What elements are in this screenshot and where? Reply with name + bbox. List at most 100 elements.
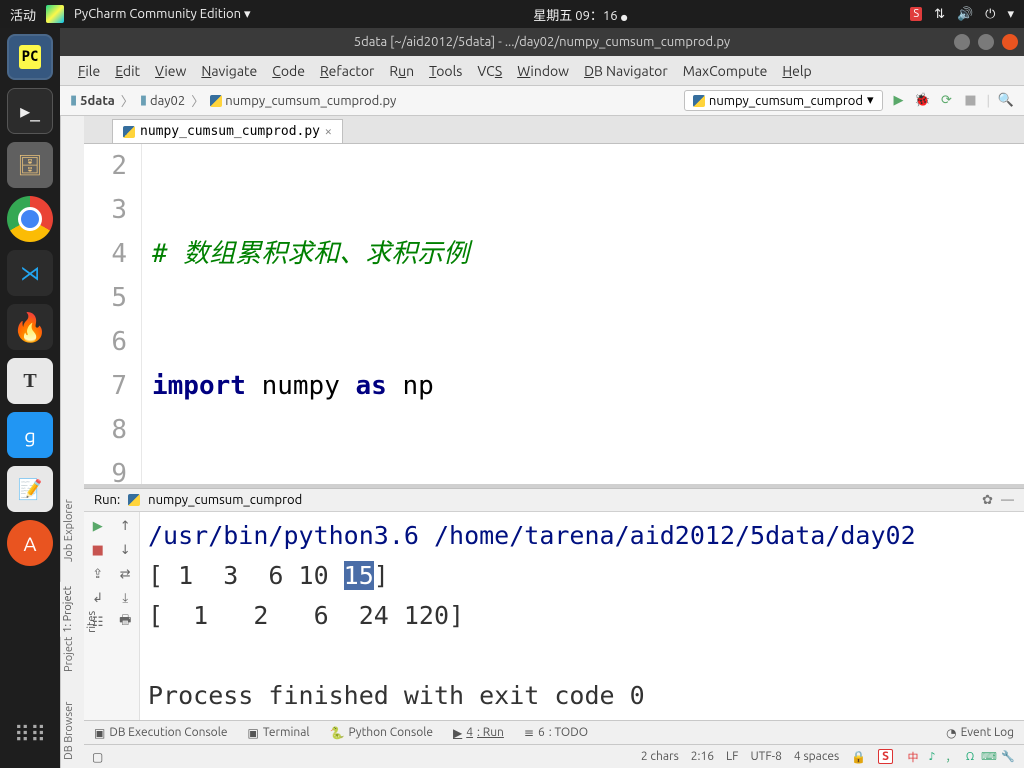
- run-output[interactable]: /usr/bin/python3.6 /home/tarena/aid2012/…: [140, 512, 1024, 720]
- volume-icon[interactable]: 🔊: [957, 7, 973, 22]
- event-log-tab[interactable]: ◔ Event Log: [946, 726, 1014, 740]
- app-menu[interactable]: PyCharm Community Edition ▾: [74, 7, 251, 22]
- editor-tabs: numpy_cumsum_cumprod.py ✕: [84, 116, 1024, 144]
- pycharm-mini-icon: [46, 5, 64, 23]
- job-explorer-tab[interactable]: Job Explorer: [63, 499, 82, 562]
- dock-pycharm[interactable]: PC: [7, 34, 53, 80]
- editor-tab[interactable]: numpy_cumsum_cumprod.py ✕: [112, 119, 343, 143]
- run-button[interactable]: ▶: [891, 93, 907, 109]
- menu-help[interactable]: Help: [776, 60, 817, 82]
- maximize-button[interactable]: [978, 34, 994, 50]
- output-line: [ 1 3 6 10 15]: [148, 561, 389, 590]
- run-tab[interactable]: ▶ 4: Run: [453, 726, 504, 740]
- dock-terminal[interactable]: ▸_: [7, 88, 53, 134]
- bottom-toolwindow-bar: ▣ DB Execution Console ▣ Terminal 🐍 Pyth…: [84, 720, 1024, 744]
- status-chars: 2 chars: [641, 750, 679, 763]
- run-label: Run:: [94, 493, 120, 507]
- dropdown-icon[interactable]: ▾: [1007, 7, 1014, 22]
- dock-vscode[interactable]: ⋊: [7, 250, 53, 296]
- toolwindows-icon[interactable]: ▢: [92, 750, 103, 764]
- menu-view[interactable]: View: [149, 60, 192, 82]
- network-icon[interactable]: ⇅: [934, 7, 945, 22]
- nav-toolbar: ▮5data 〉 ▮day02 〉 numpy_cumsum_cumprod.p…: [60, 86, 1024, 116]
- todo-tab[interactable]: ≡ 6: TODO: [524, 726, 588, 740]
- clock[interactable]: 星期五 09：16: [533, 9, 617, 23]
- project-tab[interactable]: 1: Project: [62, 586, 74, 633]
- menu-tools[interactable]: Tools: [423, 60, 468, 82]
- dock-files[interactable]: 🗄: [7, 142, 53, 188]
- layout-icon[interactable]: ↲: [89, 590, 107, 606]
- menu-window[interactable]: Window: [511, 60, 575, 82]
- menu-refactor[interactable]: Refactor: [314, 60, 380, 82]
- favorites-tab[interactable]: rites: [86, 611, 98, 633]
- up-icon[interactable]: ↑: [116, 518, 134, 534]
- rerun-icon[interactable]: ▶: [89, 518, 107, 534]
- run-config-selector[interactable]: numpy_cumsum_cumprod ▾: [684, 90, 883, 111]
- menu-maxcompute[interactable]: MaxCompute: [677, 60, 774, 82]
- wrap-icon[interactable]: ⇄: [116, 566, 134, 582]
- code-editor[interactable]: 2 3 4 5 6 7 8 9 # 数组累积求和、求积示例 import num…: [84, 144, 1024, 484]
- status-encoding[interactable]: UTF-8: [750, 750, 781, 763]
- status-lock-icon[interactable]: 🔒: [851, 750, 866, 764]
- bc-day02[interactable]: ▮day02: [140, 93, 185, 108]
- activities-label[interactable]: 活动: [10, 5, 36, 24]
- db-console-tab[interactable]: ▣ DB Execution Console: [94, 726, 227, 740]
- pin-icon[interactable]: ⇪: [89, 566, 107, 582]
- down-icon[interactable]: ↓: [116, 542, 134, 558]
- menu-navigate[interactable]: Navigate: [195, 60, 263, 82]
- dock-notes[interactable]: 📝: [7, 466, 53, 512]
- power-icon[interactable]: ⏻: [985, 7, 995, 22]
- left-toolwindow-bar-lower: 1: Project rites: [60, 582, 84, 637]
- folder-icon: ▮: [70, 93, 77, 108]
- dropdown-icon: ▾: [867, 93, 874, 108]
- print-icon[interactable]: 🖶: [116, 614, 134, 630]
- clock-dot: ●: [621, 13, 628, 22]
- stop-button[interactable]: ■: [963, 93, 979, 109]
- menu-run[interactable]: Run: [383, 60, 420, 82]
- close-button[interactable]: [1002, 34, 1018, 50]
- left-toolwindow-bar: DB Browser Project Explorer Job Explorer: [60, 116, 84, 768]
- python-file-icon: [693, 95, 705, 107]
- terminal-tab[interactable]: ▣ Terminal: [247, 726, 309, 740]
- dock-firefox[interactable]: 🔥: [7, 304, 53, 350]
- sogou-ime-icon[interactable]: S: [878, 749, 893, 764]
- dock-show-apps[interactable]: ⠿⠿: [7, 712, 53, 758]
- close-tab-icon[interactable]: ✕: [325, 125, 332, 138]
- minimize-button[interactable]: [954, 34, 970, 50]
- debug-button[interactable]: 🐞: [915, 93, 931, 109]
- ubuntu-topbar: 活动 PyCharm Community Edition ▾ 星期五 09：16…: [0, 0, 1024, 28]
- statusbar: ▢ 2 chars 2:16 LF UTF-8 4 spaces 🔒 S 中 ♪…: [84, 744, 1024, 768]
- output-line: [ 1 2 6 24 120]: [148, 601, 464, 630]
- menu-edit[interactable]: Edit: [109, 60, 146, 82]
- run-config-name[interactable]: numpy_cumsum_cumprod: [148, 493, 302, 507]
- menu-code[interactable]: Code: [266, 60, 311, 82]
- ime-status[interactable]: 中 ♪ ， Ω ⌨ 🔧: [905, 749, 1016, 765]
- run-with-coverage-button[interactable]: ⟳: [939, 93, 955, 109]
- menu-file[interactable]: File: [72, 60, 106, 82]
- ubuntu-dock: PC ▸_ 🗄 ⋊ 🔥 T g 📝 A ⠿⠿: [0, 28, 60, 768]
- menu-db[interactable]: DB Navigator: [578, 60, 674, 82]
- breadcrumb: ▮5data 〉 ▮day02 〉 numpy_cumsum_cumprod.p…: [70, 91, 396, 110]
- hide-icon[interactable]: —: [1001, 493, 1014, 508]
- ime-tray-icon[interactable]: S: [910, 7, 922, 21]
- search-everywhere-button[interactable]: 🔍: [998, 93, 1014, 109]
- status-position[interactable]: 2:16: [691, 750, 714, 763]
- db-browser-tab[interactable]: DB Browser: [63, 702, 82, 760]
- titlebar[interactable]: 5data [~/aid2012/5data] - .../day02/nump…: [60, 28, 1024, 56]
- status-indent[interactable]: 4 spaces: [794, 750, 839, 763]
- gutter-line-numbers: 2 3 4 5 6 7 8 9: [84, 144, 142, 484]
- dock-texteditor[interactable]: T: [7, 358, 53, 404]
- bc-file[interactable]: numpy_cumsum_cumprod.py: [210, 94, 396, 108]
- dock-app-blue[interactable]: g: [7, 412, 53, 458]
- python-console-tab[interactable]: 🐍 Python Console: [330, 726, 433, 740]
- pycharm-window: 5data [~/aid2012/5data] - .../day02/nump…: [60, 28, 1024, 768]
- scroll-icon[interactable]: ⤓: [116, 590, 134, 606]
- status-linesep[interactable]: LF: [726, 750, 738, 763]
- gear-icon[interactable]: ✿: [982, 493, 993, 508]
- stop-icon[interactable]: ■: [89, 542, 107, 558]
- code-content[interactable]: # 数组累积求和、求积示例 import numpy as np 💡 arr =…: [142, 144, 1024, 484]
- dock-software-updater[interactable]: A: [7, 520, 53, 566]
- dock-chrome[interactable]: [7, 196, 53, 242]
- menu-vcs[interactable]: VCS: [471, 60, 508, 82]
- bc-root[interactable]: ▮5data: [70, 93, 115, 108]
